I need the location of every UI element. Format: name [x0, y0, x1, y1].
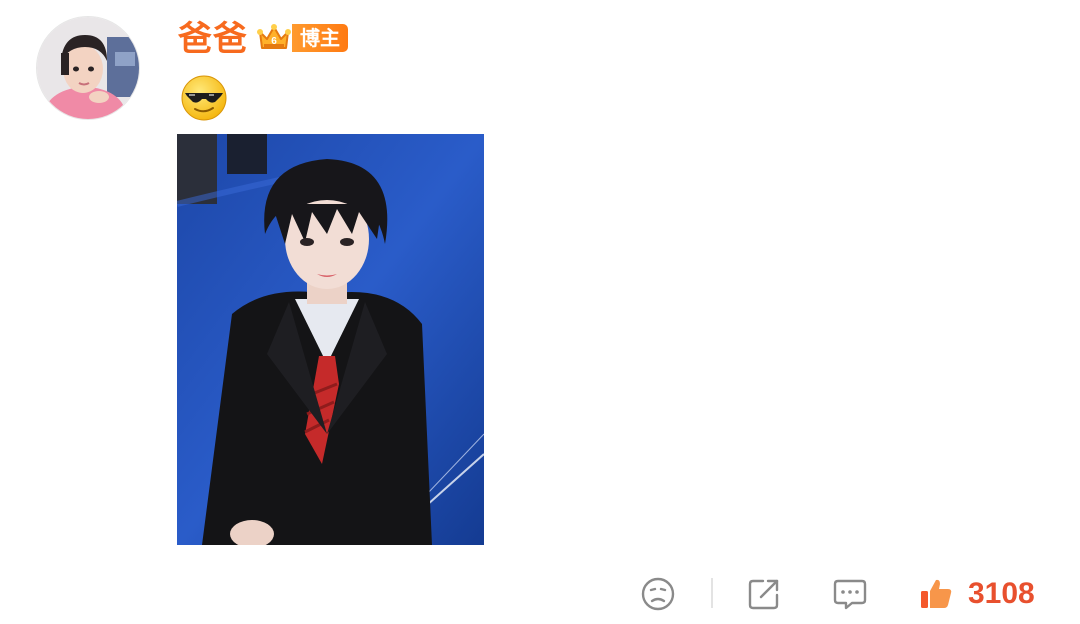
author-name[interactable]: 爸爸 — [178, 18, 248, 60]
thumbs-up-icon[interactable] — [918, 576, 954, 612]
action-bar: 3108 — [0, 572, 1080, 616]
badge-label: 博主 — [292, 24, 348, 52]
like-count: 3108 — [968, 577, 1035, 610]
cool-sunglasses-emoji — [181, 75, 227, 121]
author-avatar[interactable] — [36, 16, 140, 120]
sad-face-icon[interactable] — [640, 576, 676, 612]
post-photo[interactable] — [177, 134, 484, 545]
action-divider — [711, 578, 713, 608]
comment-icon[interactable] — [832, 576, 868, 612]
share-icon[interactable] — [746, 576, 782, 612]
blogger-badge[interactable]: 6 博主 — [256, 22, 348, 54]
svg-text:6: 6 — [271, 36, 277, 47]
weibo-post: 爸爸 6 博主 3108 — [0, 0, 1080, 624]
